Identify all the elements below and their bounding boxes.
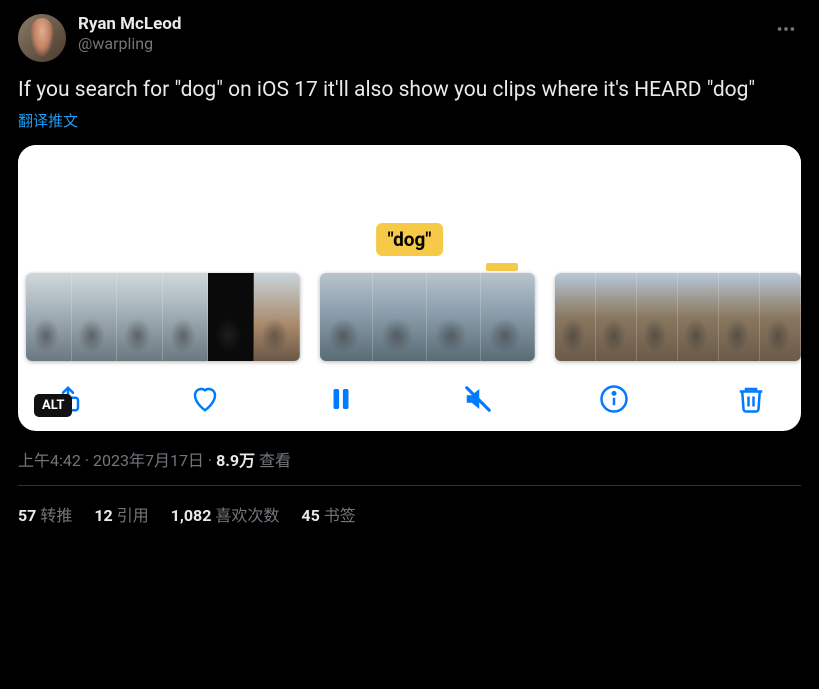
marker-hint: [486, 263, 518, 271]
thumbnail: [481, 273, 535, 361]
caption-tag: "dog": [376, 223, 444, 256]
date[interactable]: 2023年7月17日: [93, 451, 204, 470]
thumbnail: [760, 273, 801, 361]
tweet-header: Ryan McLeod @warpling: [18, 14, 801, 62]
stats-row: 57转推 12引用 1,082喜欢次数 45书签: [18, 486, 801, 526]
tweet-text: If you search for "dog" on iOS 17 it'll …: [18, 76, 801, 104]
clip-group-3[interactable]: [555, 273, 801, 361]
thumbnail: [373, 273, 427, 361]
retweets-stat[interactable]: 57转推: [18, 502, 72, 526]
views-count: 8.9万: [216, 451, 255, 470]
clip-group-1[interactable]: [26, 273, 300, 361]
time[interactable]: 上午4:42: [18, 451, 81, 470]
pause-icon[interactable]: [325, 383, 357, 415]
alt-badge[interactable]: ALT: [34, 394, 72, 417]
avatar[interactable]: [18, 14, 66, 62]
tweet-container: Ryan McLeod @warpling If you search for …: [0, 0, 819, 526]
thumbnail: [678, 273, 719, 361]
handle: @warpling: [78, 34, 771, 53]
quotes-stat[interactable]: 12引用: [94, 502, 148, 526]
thumbnail: [163, 273, 209, 361]
thumbnail: [26, 273, 72, 361]
more-icon[interactable]: [771, 14, 801, 48]
filmstrip: [18, 271, 801, 363]
media-toolbar: [18, 363, 801, 419]
heart-icon[interactable]: [189, 383, 221, 415]
thumbnail: [555, 273, 596, 361]
trash-icon[interactable]: [735, 383, 767, 415]
tweet-meta: 上午4:42 · 2023年7月17日 · 8.9万 查看: [18, 447, 801, 471]
media-card[interactable]: "dog": [18, 145, 801, 431]
views-label: 查看: [255, 451, 291, 470]
clip-group-2[interactable]: [320, 273, 535, 361]
info-icon[interactable]: [598, 383, 630, 415]
mute-icon[interactable]: [462, 383, 494, 415]
translate-link[interactable]: 翻译推文: [18, 110, 78, 131]
likes-stat[interactable]: 1,082喜欢次数: [171, 502, 280, 526]
thumbnail: [208, 273, 254, 361]
thumbnail: [427, 273, 481, 361]
display-name: Ryan McLeod: [78, 14, 771, 34]
bookmarks-stat[interactable]: 45书签: [301, 502, 355, 526]
thumbnail: [596, 273, 637, 361]
author-names[interactable]: Ryan McLeod @warpling: [78, 14, 771, 53]
thumbnail: [254, 273, 300, 361]
thumbnail: [117, 273, 163, 361]
thumbnail: [72, 273, 118, 361]
thumbnail: [719, 273, 760, 361]
thumbnail: [637, 273, 678, 361]
thumbnail: [320, 273, 374, 361]
media-whitespace: "dog": [18, 145, 801, 271]
